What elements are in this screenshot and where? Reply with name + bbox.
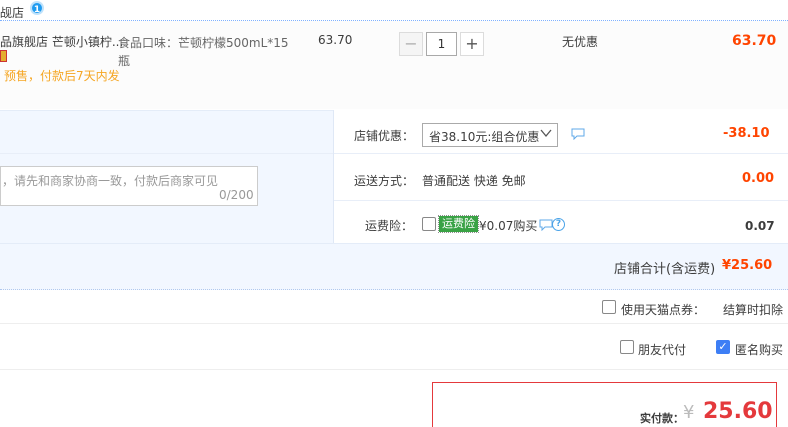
insurance-checkbox[interactable] [422, 217, 436, 231]
friend-pay-label: 朋友代付 [638, 343, 687, 357]
panel-divider-2 [334, 200, 788, 201]
tmall-points-label: 使用天猫点券： [621, 303, 706, 317]
insurance-label: 运费险： [365, 219, 414, 233]
quantity-plus-button[interactable]: + [460, 32, 484, 56]
tmall-points-checkbox[interactable] [602, 300, 616, 314]
store-discount-value: -38.10 [723, 126, 770, 141]
chat-icon[interactable] [539, 219, 553, 231]
row-divider [0, 369, 788, 370]
insurance-tag: 运费险 [438, 215, 479, 233]
store-total-value: ¥25.60 [722, 258, 773, 273]
anonymous-label: 匿名购买 [735, 343, 784, 357]
friend-pay-checkbox[interactable] [620, 340, 634, 354]
quantity-stepper: − + [399, 32, 485, 56]
shipping-method: 普通配送 快递 免邮 [422, 174, 526, 188]
shipping-value: 0.00 [742, 171, 775, 186]
item-sku: 食品口味：芒顿柠檬500mL*15 [118, 36, 289, 50]
row-divider [0, 323, 788, 324]
item-subtotal: 63.70 [732, 33, 777, 49]
memo-placeholder: ，请先和商家协商一致，付款后商家可见 [2, 174, 219, 188]
tmall-points-deduct: 结算时扣除 [723, 303, 784, 317]
store-name[interactable]: 觇店 [0, 4, 24, 21]
insurance-price: ¥0.07购买 [479, 219, 538, 233]
panel-divider-left [0, 153, 333, 154]
item-discount: 无优惠 [562, 35, 599, 49]
item-title-link[interactable]: 品旗舰店 芒顿小镇柠... [0, 33, 123, 50]
unit-price: 63.70 [318, 33, 353, 47]
item-sku-cont: 瓶 [118, 54, 131, 68]
panel-bottom-line [0, 243, 788, 244]
memo-char-count: 0/200 [219, 188, 254, 202]
panel-divider-1 [334, 153, 788, 154]
tmall-tag-icon [0, 50, 7, 62]
store-discount-label: 店铺优惠： [354, 129, 415, 143]
payment-currency: ¥ [683, 402, 695, 423]
store-discount-selected: 省38.10元:组合优惠 [429, 130, 540, 144]
quantity-minus-button[interactable]: − [399, 32, 423, 56]
payment-amount: 25.60 [703, 399, 773, 424]
store-total-label: 店铺合计(含运费) [614, 262, 716, 277]
store-panel-divider [0, 289, 788, 290]
anonymous-checkbox[interactable]: ✓ [716, 340, 730, 354]
presale-notice: 预售，付款后7天内发 [4, 69, 120, 83]
payment-label: 实付款： [640, 412, 684, 425]
shipping-label: 运送方式： [354, 174, 415, 188]
insurance-value: 0.07 [745, 219, 775, 233]
chevron-down-icon [540, 129, 552, 138]
help-icon[interactable]: ? [552, 218, 565, 231]
quantity-input[interactable] [426, 32, 457, 56]
chat-icon[interactable] [571, 128, 585, 140]
store-badge-icon: 1 [30, 1, 44, 15]
